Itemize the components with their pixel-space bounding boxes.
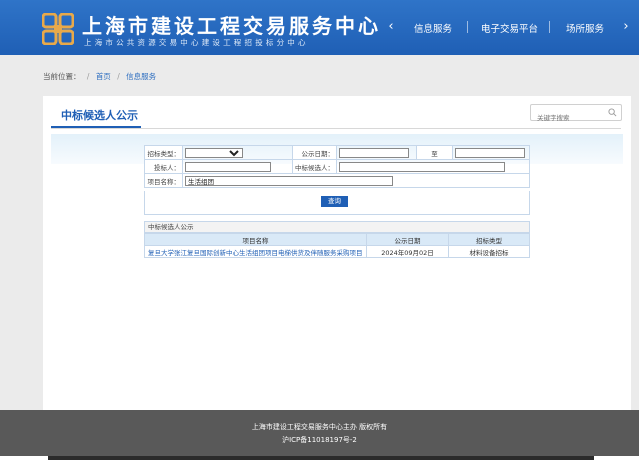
project-name-label: 项目名称： [144,173,183,188]
nav-item-e-trading[interactable]: 电子交易平台 [481,21,538,35]
keyword-search-input[interactable] [531,110,605,126]
site-subtitle: 上海市公共资源交易中心建设工程招投标分中心 [84,38,309,47]
row-type: 材料设备招标 [448,245,530,258]
row-date: 2024年09月02日 [366,245,449,258]
form-actions: 查询 [144,191,530,215]
query-button[interactable]: 查询 [321,196,348,207]
nav-next-arrow-icon[interactable]: › [619,20,633,34]
footer-copyright: 上海市建设工程交易服务中心主办 版权所有 [251,423,388,431]
publish-date-to-input[interactable] [455,147,525,158]
breadcrumb-home-link[interactable]: 首页 [96,72,111,81]
publish-date-label: 公示日期： [292,145,337,160]
project-name-input[interactable] [185,175,393,186]
nav-prev-arrow-icon[interactable]: ‹ [384,20,398,34]
publish-date-to-cell [452,145,530,160]
results-table: 项目名称 公示日期 招标类型 复旦大学张江复旦国际创新中心生活组团项目电梯供货及… [144,233,530,258]
bottom-strip [0,456,639,460]
site-footer: 上海市建设工程交易服务中心主办 版权所有 沪ICP备11018197号-2 [0,410,639,456]
nav-separator [549,21,550,33]
table-row[interactable]: 复旦大学张江复旦国际创新中心生活组团项目电梯供货及伴随服务采购项目 2024年0… [144,245,530,258]
results-header-row: 项目名称 公示日期 招标类型 [144,233,530,246]
site-title: 上海市建设工程交易服务中心 [82,14,381,38]
title-divider [51,128,621,129]
bid-type-select[interactable] [185,147,243,158]
bottom-bar [48,456,594,460]
tenderer-label: 投标人： [144,159,183,174]
column-header-date: 公示日期 [366,233,449,246]
page-title: 中标候选人公示 [61,109,138,122]
candidate-cell [336,159,530,174]
bid-type-label: 招标类型： [144,145,183,160]
tenderer-cell [182,159,293,174]
footer-icp[interactable]: 沪ICP备11018197号-2 [0,435,639,445]
breadcrumb-prefix: 当前位置： [43,72,81,81]
breadcrumb-separator: / [117,72,120,81]
candidate-label: 中标候选人： [292,159,337,174]
logo-icon [42,13,74,45]
candidate-input[interactable] [339,161,505,172]
breadcrumb-separator: / [86,72,90,81]
breadcrumb-info-service-link[interactable]: 信息服务 [126,72,156,81]
nav-item-venue-service[interactable]: 场所服务 [566,21,604,35]
search-icon[interactable] [608,108,617,117]
date-to-label: 至 [416,145,453,160]
results-section-title: 中标候选人公示 [144,221,530,233]
publish-date-from-cell [336,145,417,160]
bid-type-cell [182,145,293,160]
row-project-link[interactable]: 复旦大学张江复旦国际创新中心生活组团项目电梯供货及伴随服务采购项目 [144,245,367,258]
title-underline [51,126,141,128]
column-header-project: 项目名称 [144,233,367,246]
publish-date-from-input[interactable] [339,147,409,158]
project-name-cell [182,173,530,188]
tenderer-input[interactable] [185,161,271,172]
search-form: 招标类型： 公示日期： 至 投标人： 中标候选人： 项目名称： [144,145,530,188]
site-header: 上海市建设工程交易服务中心 上海市公共资源交易中心建设工程招投标分中心 ‹ 信息… [0,0,639,55]
breadcrumb: 当前位置： / 首页 / 信息服务 [43,64,596,90]
nav-item-info-service[interactable]: 信息服务 [414,21,452,35]
column-header-type: 招标类型 [448,233,530,246]
main-panel: 中标候选人公示 招标类型： 公示日期： 至 投标人： [43,96,631,412]
nav-separator [467,21,468,33]
keyword-search-box [530,104,622,126]
